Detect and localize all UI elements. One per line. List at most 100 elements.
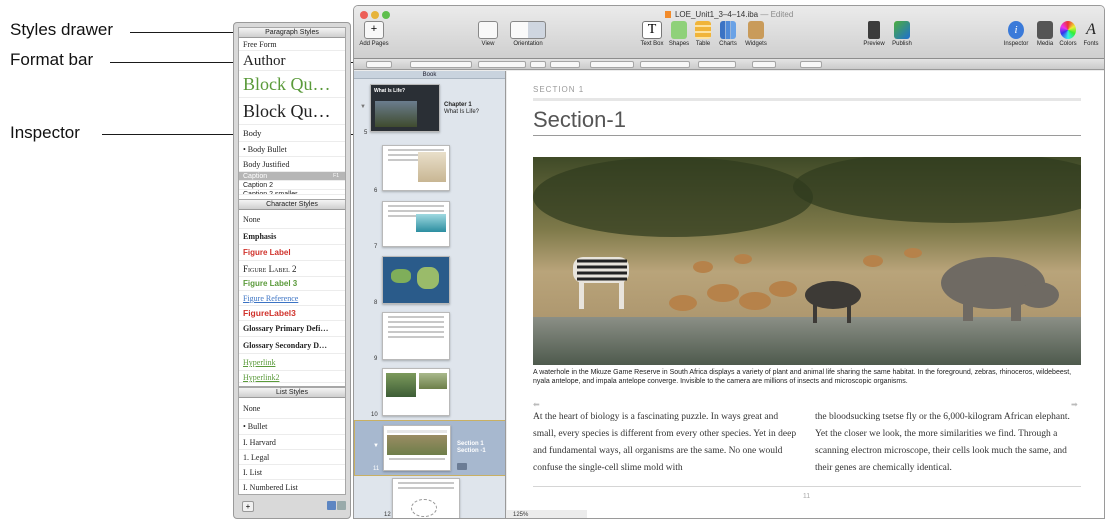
charts-button[interactable]: Charts	[716, 21, 740, 47]
colors-button[interactable]: Colors	[1056, 21, 1080, 47]
section-disclosure-icon[interactable]: ▼	[373, 443, 379, 449]
pstyle-caption[interactable]: Caption F1	[239, 172, 345, 181]
list-styles-header: List Styles	[239, 388, 345, 398]
pstyle-body[interactable]: Body	[239, 125, 345, 142]
body-column-2[interactable]: the bloodsucking tsetse fly or the 6,000…	[815, 409, 1083, 477]
lstyle-numbered-list[interactable]: I. Numbered List	[239, 480, 345, 494]
window-edited-text: — Edited	[760, 10, 794, 19]
publish-button[interactable]: Publish	[888, 21, 916, 47]
charts-label: Charts	[719, 41, 737, 47]
book-sidebar: Book ▼ What Is Life? Chapter 1 What Is L…	[354, 71, 506, 518]
lstyle-list[interactable]: I. List	[239, 465, 345, 480]
lstyle-legal[interactable]: 1. Legal	[239, 450, 345, 465]
cstyle-figure-label-2[interactable]: Figure Label 2	[239, 261, 345, 277]
cstyle-glossary-primary[interactable]: Glossary Primary Defi…	[239, 321, 345, 337]
pstyle-caption-label: Caption	[243, 173, 268, 180]
grid-view-icon[interactable]	[337, 501, 346, 510]
chapter-1-thumb-photo	[375, 101, 417, 127]
colors-icon	[1060, 21, 1076, 39]
pstyle-body-bullet[interactable]: • Body Bullet	[239, 142, 345, 157]
styles-drawer: Paragraph Styles Free Form Author Block …	[233, 22, 351, 519]
add-style-button[interactable]: +	[242, 501, 254, 512]
callout-inspector: Inspector	[10, 123, 80, 142]
format-bold-italic-underline[interactable]	[590, 61, 634, 68]
next-arrow-icon[interactable]: ➡	[1071, 400, 1078, 409]
format-list-style[interactable]	[800, 61, 822, 68]
format-line-spacing[interactable]	[698, 61, 736, 68]
inspector-button[interactable]: i Inspector	[1000, 21, 1032, 47]
page-8-thumbnail[interactable]	[382, 256, 450, 304]
pstyle-free-form[interactable]: Free Form	[239, 38, 345, 51]
disclosure-triangle-icon[interactable]: ▼	[360, 104, 366, 110]
pstyle-block-quote[interactable]: Block Qu…	[239, 98, 345, 125]
format-font-family-popup[interactable]	[410, 61, 472, 68]
page-number-6: 6	[374, 188, 378, 194]
cstyle-figure-reference[interactable]: Figure Reference	[239, 291, 345, 306]
fonts-button[interactable]: A Fonts	[1080, 21, 1102, 47]
paragraph-styles-panel: Paragraph Styles Free Form Author Block …	[238, 27, 346, 211]
photo-caption[interactable]: A waterhole in the Mkuze Game Reserve in…	[533, 368, 1081, 386]
publish-label: Publish	[892, 41, 912, 47]
widgets-label: Widgets	[745, 41, 767, 47]
prev-arrow-icon[interactable]: ⬅	[533, 400, 540, 409]
media-button[interactable]: Media	[1034, 21, 1056, 47]
chapter-1-row[interactable]: ▼ What Is Life? Chapter 1 What Is Life? …	[354, 80, 505, 138]
lstyle-bullet[interactable]: • Bullet	[239, 419, 345, 435]
format-font-style-popup[interactable]	[478, 61, 526, 68]
page-number-7: 7	[374, 244, 378, 250]
zoom-control[interactable]: 125%	[507, 510, 587, 518]
table-label: Table	[695, 41, 711, 47]
body-column-1[interactable]: At the heart of biology is a fascinating…	[533, 409, 801, 477]
cstyle-figure-label-3[interactable]: Figure Label 3	[239, 277, 345, 291]
add-pages-icon: +	[364, 21, 384, 39]
cstyle-figurelabel3[interactable]: FigureLabel3	[239, 306, 345, 321]
orientation-button[interactable]: Orientation	[508, 21, 548, 47]
chapter-1-subtitle: What Is Life?	[444, 109, 480, 115]
page-9-thumbnail[interactable]	[382, 312, 450, 360]
list-view-icon[interactable]	[327, 501, 336, 510]
table-button[interactable]: Table	[692, 21, 714, 47]
cstyle-hyperlink2[interactable]: Hyperlink2	[239, 371, 345, 383]
format-columns[interactable]	[752, 61, 776, 68]
pstyle-block-quote-green[interactable]: Block Qu…	[239, 71, 345, 98]
pstyle-caption-2-smaller[interactable]: Caption 2 smaller	[239, 190, 345, 195]
table-icon	[695, 21, 711, 39]
preview-button[interactable]: Preview	[860, 21, 888, 47]
lstyle-harvard[interactable]: I. Harvard	[239, 435, 345, 450]
pstyle-body-justified[interactable]: Body Justified	[239, 157, 345, 172]
format-alignment[interactable]	[640, 61, 690, 68]
pstyle-caption-2[interactable]: Caption 2	[239, 181, 345, 190]
section-title[interactable]: Section-1	[533, 107, 626, 133]
page-12-thumbnail[interactable]	[392, 478, 460, 518]
format-text-color-well[interactable]	[550, 61, 580, 68]
text-box-label: Text Box	[640, 41, 664, 47]
cstyle-glossary-secondary[interactable]: Glossary Secondary D…	[239, 337, 345, 354]
cstyle-emphasis[interactable]: Emphasis	[239, 229, 345, 245]
cstyle-hyperlink[interactable]: Hyperlink	[239, 354, 345, 371]
format-font-size-popup[interactable]	[530, 61, 546, 68]
drawer-footer: +	[238, 500, 346, 514]
format-bar	[354, 59, 1104, 70]
page-7-thumbnail[interactable]	[382, 201, 450, 247]
page-6-thumbnail[interactable]	[382, 145, 450, 191]
shapes-button[interactable]: Shapes	[668, 21, 690, 47]
view-button[interactable]: View	[476, 21, 500, 47]
page-number-5: 5	[364, 130, 368, 136]
pstyle-author[interactable]: Author	[239, 51, 345, 71]
waterhole-photo[interactable]	[533, 157, 1081, 365]
cstyle-none[interactable]: None	[239, 210, 345, 229]
footer-rule	[533, 486, 1081, 487]
media-icon	[1037, 21, 1053, 39]
cstyle-figure-label[interactable]: Figure Label	[239, 245, 345, 261]
format-style-popup[interactable]	[366, 61, 392, 68]
document-canvas[interactable]: SECTION 1 Section-1 A waterhole in the M…	[507, 71, 1104, 518]
text-box-button[interactable]: T Text Box	[638, 21, 666, 47]
inspector-icon: i	[1008, 21, 1024, 39]
page-10-thumbnail[interactable]	[382, 368, 450, 416]
book-header: Book	[354, 71, 505, 79]
section-1-row-selected[interactable]: ▼ Section 1 Section -1 11	[354, 420, 505, 476]
widgets-button[interactable]: Widgets	[742, 21, 770, 47]
add-pages-button[interactable]: + Add Pages	[358, 21, 390, 47]
lstyle-none[interactable]: None	[239, 398, 345, 419]
section-menu-icon[interactable]	[457, 463, 467, 470]
